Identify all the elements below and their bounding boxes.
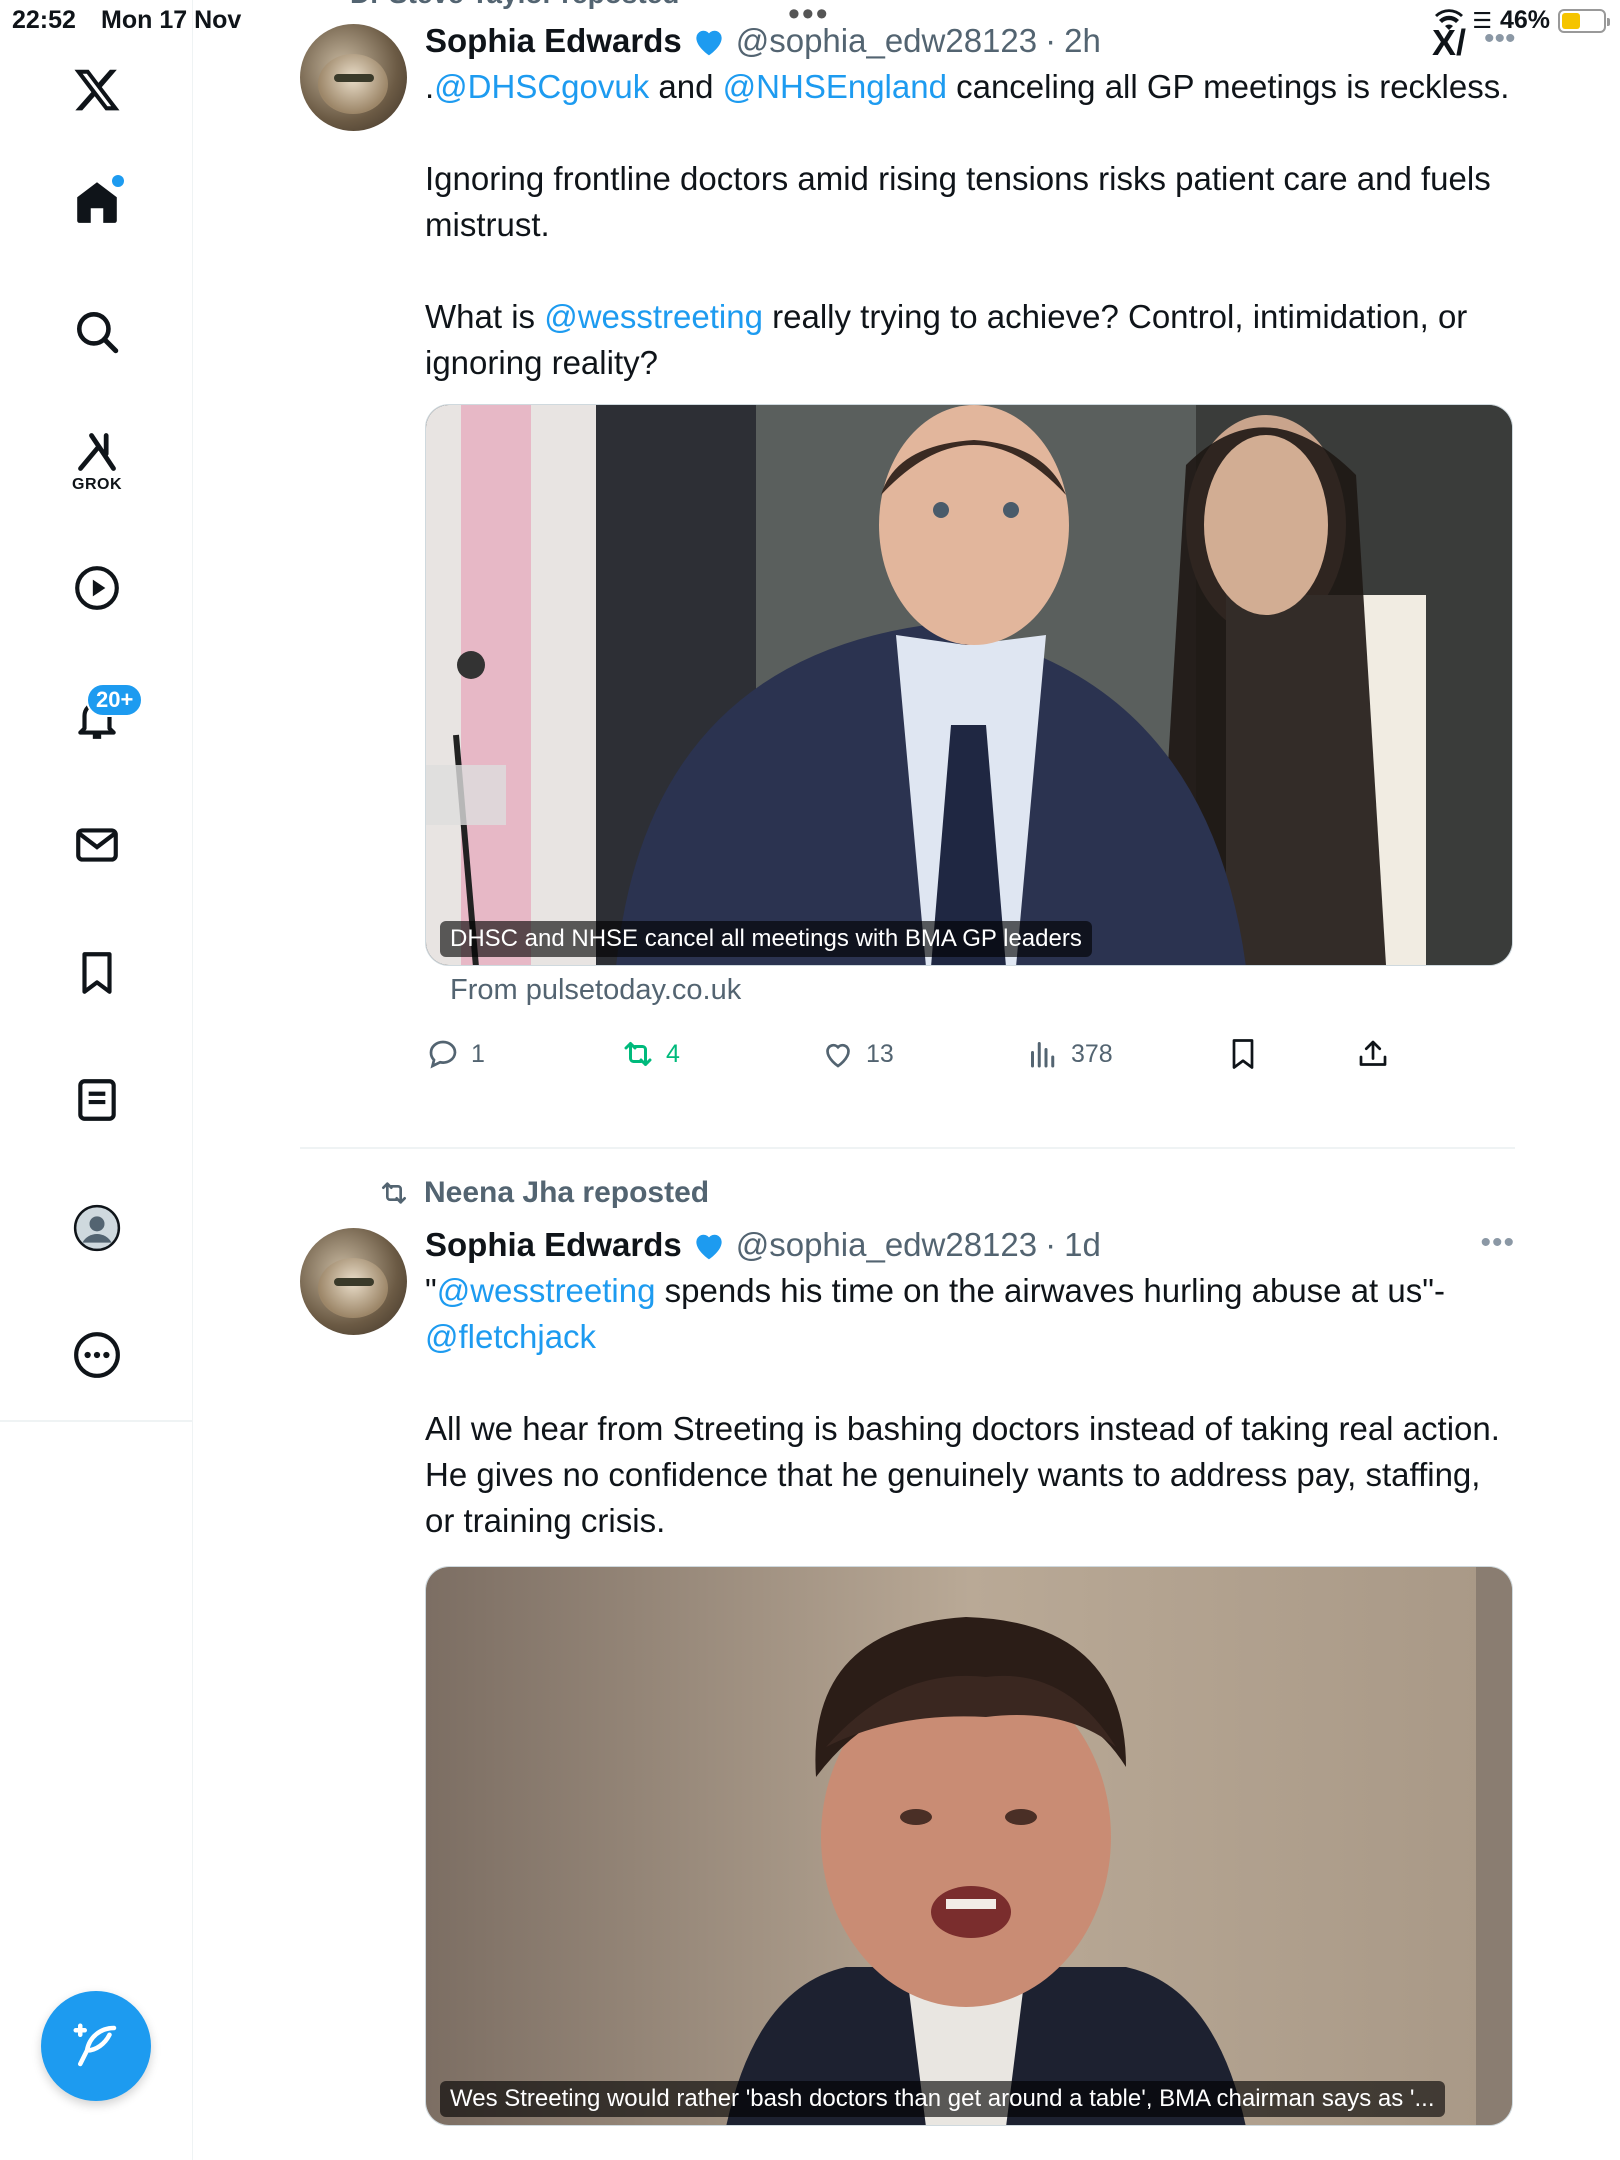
lists-icon[interactable] — [62, 1065, 132, 1135]
like-count: 13 — [866, 1039, 894, 1068]
like-button[interactable]: 13 — [820, 1036, 1025, 1072]
battery-icon — [1558, 8, 1610, 33]
blue-heart-icon — [696, 1234, 722, 1260]
repost-indicator-top: Dr Steve Taylor reposted — [350, 0, 679, 10]
news-photo — [426, 405, 1512, 965]
tweet-paragraph: He gives no confidence that he genuinely… — [425, 1456, 1481, 1539]
repost-count: 4 — [666, 1039, 680, 1068]
separator-dot: · — [1045, 1226, 1057, 1263]
mention-link[interactable]: @wesstreeting — [437, 1272, 656, 1309]
tweet-text: "@wesstreeting spends his time on the ai… — [425, 1268, 1515, 1544]
mention-link[interactable]: @DHSCgovuk — [434, 68, 649, 105]
reply-button[interactable]: 1 — [425, 1036, 620, 1072]
author-handle[interactable]: @sophia_edw28123 — [736, 1226, 1037, 1264]
new-posts-dot — [112, 175, 124, 187]
tweet-text: .@DHSCgovuk and @NHSEngland canceling al… — [425, 64, 1515, 386]
tweet-header: Sophia Edwards @sophia_edw28123 · 1d — [425, 1226, 1515, 1264]
share-icon — [1359, 1040, 1387, 1066]
x-logo-icon[interactable] — [62, 55, 132, 125]
tweet-divider — [300, 1147, 1515, 1149]
tweet-more-icon[interactable]: ••• — [1480, 1226, 1515, 1260]
video-icon[interactable] — [62, 553, 132, 623]
messages-icon[interactable] — [62, 810, 132, 880]
heart-icon — [826, 1043, 850, 1068]
bookmarks-icon[interactable] — [62, 938, 132, 1008]
video-frame — [426, 1567, 1512, 2125]
share-button[interactable] — [1355, 1036, 1415, 1072]
tweet-body: Sophia Edwards @sophia_edw28123 · 2h .@D… — [425, 22, 1515, 1079]
mention-link[interactable]: @NHSEngland — [723, 68, 947, 105]
bookmark-icon — [1232, 1039, 1254, 1069]
home-icon[interactable] — [62, 167, 132, 237]
grok-label: GROK — [72, 476, 122, 493]
notification-badge: 20+ — [86, 683, 144, 717]
author-handle[interactable]: @sophia_edw28123 — [736, 22, 1037, 60]
tweet-paragraph: All we hear from Streeting is bashing do… — [425, 1410, 1500, 1447]
repost-indicator: Neena Jha reposted — [378, 1176, 709, 1210]
mention-link[interactable]: @fletchjack — [425, 1318, 596, 1355]
grok-nav[interactable]: GROK — [62, 422, 132, 502]
author-name[interactable]: Sophia Edwards — [425, 22, 682, 60]
text-fragment: What is — [425, 298, 545, 335]
text-fragment: spends his time on the airwaves hurling … — [655, 1272, 1445, 1309]
author-avatar[interactable] — [300, 24, 407, 131]
tweet-time[interactable]: 1d — [1064, 1226, 1101, 1264]
tweet-paragraph: What is @wesstreeting really trying to a… — [425, 294, 1515, 386]
tweet-time[interactable]: 2h — [1064, 22, 1101, 60]
text-fragment: . — [425, 68, 435, 105]
repost-icon — [382, 1182, 406, 1204]
multitasking-dots-icon[interactable]: ••• — [788, 0, 830, 31]
reply-count: 1 — [471, 1039, 485, 1068]
video-caption: Wes Streeting would rather 'bash doctors… — [440, 2081, 1445, 2117]
text-fragment: canceling all GP meetings is reckless. — [946, 68, 1510, 105]
blue-heart-icon — [696, 30, 722, 56]
view-count: 378 — [1071, 1039, 1113, 1068]
sidebar: GROK 20+ — [0, 0, 193, 2160]
image-caption: DHSC and NHSE cancel all meetings with B… — [440, 921, 1092, 957]
search-icon[interactable] — [62, 297, 132, 367]
link-card-image[interactable]: DHSC and NHSE cancel all meetings with B… — [425, 404, 1513, 966]
profile-avatar-icon[interactable] — [62, 1193, 132, 1263]
link-source[interactable]: From pulsetoday.co.uk — [450, 974, 1515, 1007]
tweet-actions: 1 4 13 378 — [425, 1029, 1515, 1079]
compose-feather-icon — [73, 2023, 117, 2067]
author-name[interactable]: Sophia Edwards — [425, 1226, 682, 1264]
separator-dot: · — [1045, 22, 1057, 59]
sidebar-divider — [0, 1420, 193, 1422]
views-button[interactable]: 378 — [1025, 1036, 1225, 1072]
repost-button[interactable]: 4 — [620, 1036, 820, 1072]
author-avatar[interactable] — [300, 1228, 407, 1335]
text-fragment: and — [649, 68, 723, 105]
repost-icon — [624, 1042, 652, 1066]
grok-icon — [78, 433, 116, 471]
video-player[interactable]: Wes Streeting would rather 'bash doctors… — [425, 1566, 1513, 2126]
tweet-body: Sophia Edwards @sophia_edw28123 · 1d •••… — [425, 1226, 1515, 2126]
text-fragment: " — [425, 1272, 437, 1309]
mention-link[interactable]: @wesstreeting — [544, 298, 763, 335]
reposted-by[interactable]: Neena Jha reposted — [424, 1176, 709, 1210]
tweet-paragraph: Ignoring frontline doctors amid rising t… — [425, 160, 1491, 243]
compose-post-button[interactable] — [41, 1991, 151, 2101]
tweet-header: Sophia Edwards @sophia_edw28123 · 2h — [425, 22, 1515, 60]
views-chart-icon — [1031, 1042, 1055, 1068]
more-icon[interactable] — [62, 1320, 132, 1390]
reply-icon — [429, 1040, 457, 1069]
bookmark-button[interactable] — [1225, 1036, 1355, 1072]
